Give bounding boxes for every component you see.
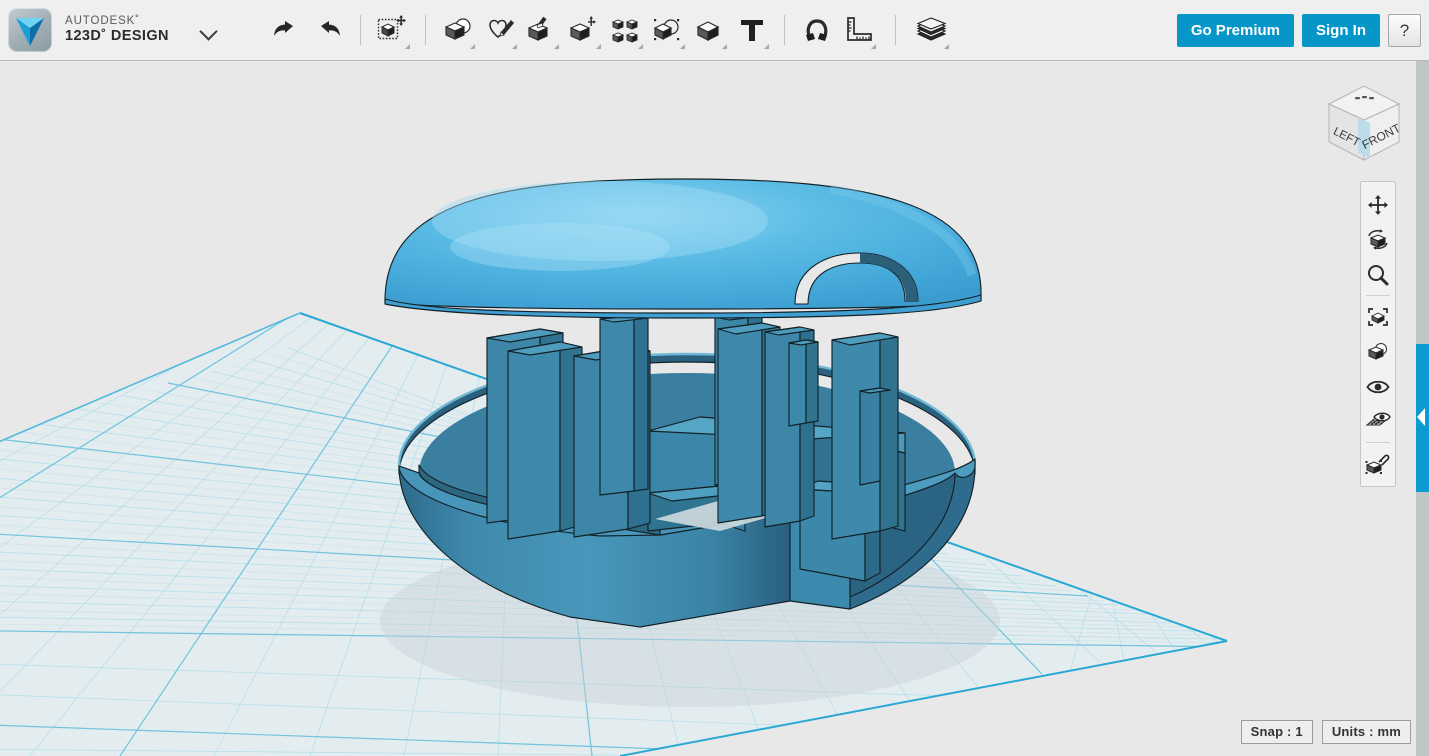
brand-top-line: AUTODESK˚ — [65, 15, 140, 28]
magnifier-zoom-icon[interactable] — [1361, 257, 1395, 292]
help-button[interactable]: ? — [1388, 14, 1421, 47]
account-actions: Go Premium Sign In ? — [1169, 0, 1421, 61]
dome-roof[interactable] — [384, 178, 982, 319]
snap-tool-button[interactable] — [796, 6, 838, 54]
measure-tool-button[interactable] — [838, 6, 880, 54]
redo-button[interactable] — [307, 6, 349, 54]
toolbar-separator — [783, 15, 785, 45]
brand-text: AUTODESK˚ 123D˚ DESIGN — [65, 15, 169, 45]
right-panel-toggle[interactable] — [1416, 344, 1429, 492]
undo-button[interactable] — [265, 6, 307, 54]
material-paint-icon[interactable] — [1361, 446, 1395, 481]
toolbar-separator — [359, 15, 361, 45]
chevron-down-icon[interactable] — [199, 20, 219, 40]
view-cube-icon[interactable]: LEFT FRONT — [1317, 78, 1411, 172]
chevron-left-icon — [1417, 408, 1425, 426]
status-bar: Snap : 1 Units : mm — [1232, 720, 1411, 744]
go-premium-button[interactable]: Go Premium — [1176, 14, 1294, 47]
orbit-cube-icon[interactable] — [1361, 222, 1395, 257]
nav-separator — [1366, 442, 1390, 443]
brand-area[interactable]: AUTODESK˚ 123D˚ DESIGN — [0, 8, 219, 52]
primitives-tool-button[interactable] — [437, 6, 479, 54]
brand-bottom-line: 123D˚ DESIGN — [65, 28, 169, 45]
navigation-toolbar — [1360, 181, 1396, 487]
units-status[interactable]: Units : mm — [1321, 720, 1411, 744]
pan-four-arrows-icon[interactable] — [1361, 187, 1395, 222]
construct-tool-button[interactable] — [521, 6, 563, 54]
toolbar-separator — [894, 15, 896, 45]
3d-model-dome-pavilion[interactable] — [0, 61, 1429, 756]
nav-separator — [1366, 295, 1390, 296]
grouping-tool-button[interactable] — [647, 6, 689, 54]
fit-to-window-icon[interactable] — [1361, 299, 1395, 334]
text-tool-button[interactable] — [731, 6, 773, 54]
toolbar-separator — [424, 15, 426, 45]
snap-status[interactable]: Snap : 1 — [1240, 720, 1313, 744]
object-visibility-icon[interactable] — [1361, 334, 1395, 369]
eye-icon[interactable] — [1361, 369, 1395, 404]
transform-tool-button[interactable] — [372, 6, 414, 54]
top-toolbar: AUTODESK˚ 123D˚ DESIGN Go Premium Sign I… — [0, 0, 1429, 61]
combine-tool-button[interactable] — [689, 6, 731, 54]
material-tool-button[interactable] — [911, 6, 953, 54]
grid-display-icon[interactable] — [1361, 404, 1395, 439]
tool-groups — [265, 0, 953, 61]
sketch-tool-button[interactable] — [479, 6, 521, 54]
app-window: AUTODESK˚ 123D˚ DESIGN Go Premium Sign I… — [0, 0, 1429, 756]
modify-tool-button[interactable] — [563, 6, 605, 54]
pattern-tool-button[interactable] — [605, 6, 647, 54]
autodesk-123d-logo — [8, 8, 52, 52]
viewport-canvas[interactable]: LEFT FRONT Snap: 1 Units: mm — [0, 61, 1429, 756]
sign-in-button[interactable]: Sign In — [1302, 14, 1380, 47]
